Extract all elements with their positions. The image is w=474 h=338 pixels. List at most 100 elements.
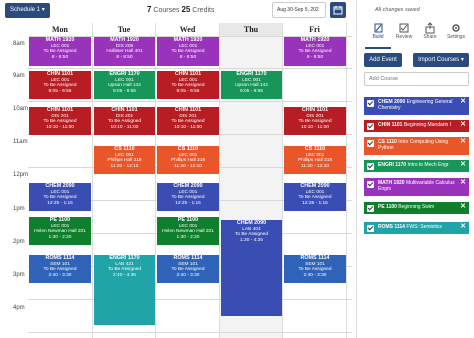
course-item-cs-1110[interactable]: CS 1110 Intro Computing Using Python ✕ <box>364 137 469 155</box>
time-label: 11am <box>13 139 28 145</box>
tab-build[interactable]: Build <box>365 22 391 40</box>
tab-label: Share <box>423 34 437 40</box>
calendar-grid: Mon Tue Wed Thu Fri 8am 9am 10am 11am 12… <box>0 23 352 338</box>
close-icon[interactable]: ✕ <box>460 121 466 128</box>
course-item-engri-1170[interactable]: ENGRI 1170 Intro to Mech Engr ✕ <box>364 160 469 172</box>
course-item-pe-1100[interactable]: PE 1100 Beginning Swim ✕ <box>364 202 469 214</box>
event-pe-1100-wed[interactable]: PE 1100 LEC 001 Helen Newman Hall 201 1:30 … <box>157 217 219 245</box>
event-cs-1110-tue[interactable]: CS 1110 LEC 001 Phillips Hall 318 11:20 - 1… <box>94 146 155 174</box>
hour-line <box>28 332 352 333</box>
event-chem-2090-lab-thu[interactable]: CHEM 2090 LAB 404 To Be Assigned 1:30 - 4:2… <box>221 220 282 316</box>
event-engri-1170-thu[interactable]: ENGRI 1170 LEC 001 Upson Hall 142 9:05 - 9:… <box>221 71 282 99</box>
course-code: CHIN 1101 <box>378 122 403 128</box>
event-roms-1114-fri[interactable]: ROMS 1114 SEM 101 To Be Assigned 2:40 - 3:3… <box>284 255 346 283</box>
gear-icon <box>452 24 460 32</box>
close-icon[interactable]: ✕ <box>460 179 466 186</box>
hour-line <box>28 101 352 102</box>
top-bar: Schedule 1 ▾ 7 Courses 25 Credits Aug 30… <box>0 0 352 22</box>
tab-label: Build <box>372 34 384 40</box>
calendar-button[interactable] <box>330 2 346 18</box>
event-time: 2:40 - 4:35 <box>113 272 136 278</box>
time-label: 4pm <box>13 305 25 311</box>
event-math-1920-mon[interactable]: MATH 1920 LEC 001 To Be Assigned 8 - 8:50 <box>29 37 91 66</box>
event-chem-2090-wed[interactable]: CHEM 2090 LEC 001 To Be Assigned 12:25 - 1:… <box>157 183 219 211</box>
time-label: 1pm <box>13 206 25 212</box>
course-code: ENGRI 1170 <box>378 162 407 168</box>
close-icon[interactable]: ✕ <box>460 223 466 230</box>
event-engri-1170-lab-tue[interactable]: ENGRI 1170 LAB 421 To Be Assigned 2:40 - 4:… <box>94 255 155 325</box>
course-name: Beginning Swim <box>398 204 435 210</box>
course-checkbox[interactable] <box>367 123 374 130</box>
course-item-math-1920[interactable]: MATH 1920 Multivariable Calculus Engrs ✕ <box>364 178 469 196</box>
course-item-roms-1114[interactable]: ROMS 1114 FWS: Semiotics ✕ <box>364 222 469 234</box>
event-chin-1101-lec-mon[interactable]: CHIN 1101 LEC 001 To Be Assigned 9:05 - 9:5… <box>29 71 91 99</box>
event-time: 11:20 - 12:10 <box>301 163 329 169</box>
event-time: 11:20 - 12:10 <box>110 163 139 169</box>
credits-label: Credits <box>192 7 215 14</box>
day-header-thu: Thu <box>220 23 283 36</box>
event-time: 9:05 - 9:55 <box>176 88 200 94</box>
event-time: 9:05 - 9:55 <box>113 88 136 94</box>
event-roms-1114-wed[interactable]: ROMS 1114 SEM 101 To Be Assigned 2:40 - 3:3… <box>157 255 219 283</box>
event-location: Helen Newman Hall 201 <box>162 229 214 235</box>
course-checkbox[interactable] <box>367 163 374 170</box>
tab-label: Settings <box>446 34 466 40</box>
course-name: FWS: Semiotics <box>406 224 442 230</box>
time-label: 3pm <box>13 272 25 278</box>
event-chin-1101-fri[interactable]: CHIN 1101 DIS 201 To Be Assigned 10:10 - 11… <box>284 107 346 135</box>
schedule-label: Schedule 1 <box>10 7 41 13</box>
event-roms-1114-mon[interactable]: ROMS 1114 SEM 101 To Be Assigned 2:40 - 3:3… <box>29 255 91 283</box>
tab-share[interactable]: Share <box>417 22 443 40</box>
event-chin-1101-dis-wed[interactable]: CHIN 1101 DIS 201 To Be Assigned 10:10 - 11… <box>157 107 219 135</box>
course-item-chem-2090[interactable]: CHEM 2090 Engineering General Chemistry … <box>364 97 469 115</box>
event-time: 1:30 - 2:20 <box>48 234 72 240</box>
tab-settings[interactable]: Settings <box>443 22 469 40</box>
day-header-fri: Fri <box>283 23 347 36</box>
build-icon <box>374 23 383 33</box>
event-time: 2:40 - 3:30 <box>176 272 200 278</box>
close-icon[interactable]: ✕ <box>460 98 466 105</box>
event-chin-1101-dis-mon[interactable]: CHIN 1101 DIS 201 To Be Assigned 10:10 - 11… <box>29 107 91 135</box>
close-icon[interactable]: ✕ <box>460 161 466 168</box>
event-math-1920-wed[interactable]: MATH 1920 LEC 001 To Be Assigned 8 - 8:50 <box>157 37 219 66</box>
event-chem-2090-mon[interactable]: CHEM 2090 LEC 001 To Be Assigned 12:25 - 1:… <box>29 183 91 211</box>
course-item-chin-1101[interactable]: CHIN 1101 Beginning Mandarin I ✕ <box>364 120 469 132</box>
event-math-1920-dis-tue[interactable]: MATH 1920 DIS 205 Hollister Hall 401 8 - 8:… <box>94 37 155 66</box>
tab-review[interactable]: Review <box>391 22 417 40</box>
event-cs-1110-fri[interactable]: CS 1110 LEC 001 Phillips Hall 318 11:20 - 1… <box>284 146 346 174</box>
event-time: 1:30 - 2:20 <box>176 234 200 240</box>
event-chem-2090-fri[interactable]: CHEM 2090 LEC 001 To Be Assigned 12:25 - 1:… <box>284 183 346 211</box>
event-time: 8 - 8:50 <box>51 54 69 60</box>
course-checkbox[interactable] <box>367 181 374 188</box>
event-location: Helen Newman Hall 201 <box>34 229 86 235</box>
add-course-input[interactable] <box>364 72 469 86</box>
active-tab-indicator <box>365 47 391 49</box>
event-cs-1110-wed[interactable]: CS 1110 LEC 001 Phillips Hall 318 11:20 - 1… <box>157 146 219 174</box>
course-code: PE 1100 <box>378 204 397 210</box>
date-range-field[interactable]: Aug 30-Sep 5, 202 <box>272 2 326 18</box>
share-icon <box>425 22 435 34</box>
event-time: 9:05 - 9:55 <box>48 88 72 94</box>
course-checkbox[interactable] <box>367 205 374 212</box>
time-label: 9am <box>13 73 25 79</box>
close-icon[interactable]: ✕ <box>460 138 466 145</box>
event-chin-1101-lec-wed[interactable]: CHIN 1101 LEC 001 To Be Assigned 9:05 - 9:5… <box>157 71 219 99</box>
import-courses-button[interactable]: Import Courses ▾ <box>413 53 469 67</box>
event-pe-1100-mon[interactable]: PE 1100 LEC 001 Helen Newman Hall 201 1:30 … <box>29 217 91 245</box>
event-engri-1170-tue[interactable]: ENGRI 1170 LEC 001 Upson Hall 142 9:05 - 9:… <box>94 71 155 99</box>
event-math-1920-fri[interactable]: MATH 1920 LEC 001 To Be Assigned 8 - 8:50 <box>284 37 346 66</box>
course-checkbox[interactable] <box>367 225 374 232</box>
event-time: 10:10 - 11:00 <box>301 124 329 130</box>
course-checkbox[interactable] <box>367 140 374 147</box>
time-label: 12pm <box>13 172 29 178</box>
event-time: 12:25 - 1:15 <box>302 200 328 206</box>
event-time: 9:05 - 9:55 <box>240 88 263 94</box>
event-time: 12:25 - 1:15 <box>47 200 73 206</box>
schedule-selector-button[interactable]: Schedule 1 ▾ <box>5 3 50 18</box>
add-event-button[interactable]: Add Event <box>364 53 402 67</box>
event-time: 8 - 8:50 <box>116 54 133 60</box>
event-chin-1101-tue[interactable]: CHIN 1101 DIS 201 To Be Assigned 10:10 - 11… <box>94 107 155 135</box>
course-checkbox[interactable] <box>367 100 374 107</box>
close-icon[interactable]: ✕ <box>460 203 466 210</box>
course-name: Beginning Mandarin I <box>403 122 452 128</box>
